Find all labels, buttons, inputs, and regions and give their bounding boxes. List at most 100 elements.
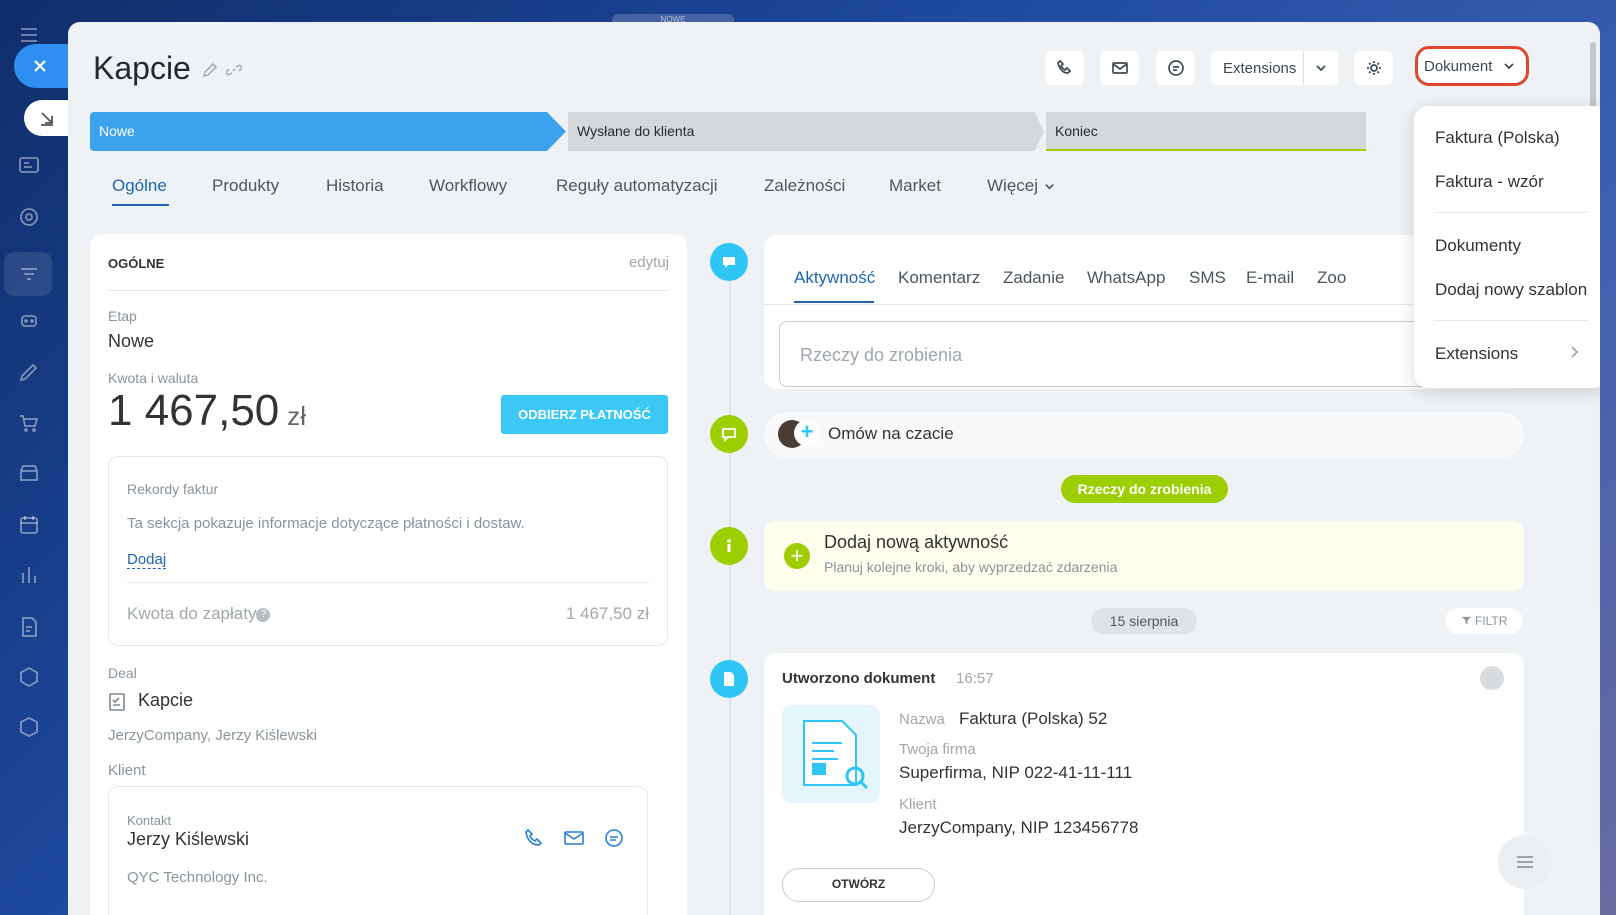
amount-due-label: Kwota do zapłaty bbox=[127, 604, 257, 623]
activity-tab-komentarz[interactable]: Komentarz bbox=[898, 268, 980, 288]
document-button[interactable]: Dokument bbox=[1415, 46, 1529, 86]
discuss-in-chat-row[interactable]: + Omów na czacie bbox=[764, 412, 1524, 458]
plus-circle-icon[interactable]: + bbox=[784, 543, 810, 569]
tab-reguly[interactable]: Reguły automatyzacji bbox=[556, 176, 718, 196]
tab-ogolne[interactable]: Ogólne bbox=[112, 176, 167, 196]
extensions-label: Extensions bbox=[1223, 59, 1297, 77]
amount-label: Kwota i waluta bbox=[108, 370, 199, 386]
menu-item-extensions[interactable]: Extensions bbox=[1435, 344, 1518, 364]
timeline-info-dot bbox=[710, 527, 748, 565]
box-icon[interactable] bbox=[14, 712, 44, 742]
menu-item-faktura-polska[interactable]: Faktura (Polska) bbox=[1435, 128, 1560, 148]
chevron-right-icon bbox=[1571, 346, 1579, 358]
stage-nowe[interactable]: Nowe bbox=[90, 112, 566, 151]
divider bbox=[764, 304, 1524, 305]
deal-company: JerzyCompany, Jerzy Kiślewski bbox=[108, 727, 317, 744]
document-edit-icon[interactable] bbox=[14, 612, 44, 642]
name-label: Nazwa bbox=[899, 711, 945, 728]
amount-value: 1 467,50 zł bbox=[108, 386, 306, 436]
chevron-down-icon[interactable] bbox=[1314, 61, 1328, 75]
deal-checklist-icon bbox=[109, 693, 125, 711]
event-time: 16:57 bbox=[956, 670, 994, 687]
deal-label: Deal bbox=[108, 665, 137, 681]
document-created-card: Utworzono dokument 16:57 Nazwa Faktura (… bbox=[764, 653, 1524, 915]
gear-icon bbox=[1366, 61, 1381, 75]
extensions-button[interactable]: Extensions bbox=[1211, 51, 1338, 85]
message-icon bbox=[723, 257, 735, 268]
email-button[interactable] bbox=[1100, 51, 1139, 85]
firm-label: Twoja firma bbox=[899, 741, 976, 758]
close-panel-button[interactable] bbox=[14, 44, 70, 88]
stage-wyslane[interactable]: Wysłane do klienta bbox=[568, 112, 1044, 151]
activity-tab-zadanie[interactable]: Zadanie bbox=[1003, 268, 1064, 288]
info-icon bbox=[727, 539, 731, 552]
cart-icon[interactable] bbox=[14, 408, 44, 438]
arrow-down-right-icon bbox=[41, 112, 53, 126]
menu-item-add-template[interactable]: Dodaj nowy szablon bbox=[1435, 280, 1587, 300]
add-invoice-link[interactable]: Dodaj bbox=[127, 551, 167, 569]
stage-koniec[interactable]: Koniec bbox=[1046, 112, 1366, 151]
link-icon[interactable] bbox=[226, 62, 242, 78]
funnel-icon[interactable] bbox=[14, 259, 44, 289]
document-thumbnail[interactable] bbox=[782, 705, 880, 803]
pencil-icon[interactable] bbox=[202, 62, 218, 78]
timeline-chat-dot-green bbox=[710, 415, 748, 453]
hexagon-icon[interactable] bbox=[14, 662, 44, 692]
section-title: OGÓLNE bbox=[108, 256, 165, 271]
document-search-icon bbox=[803, 720, 869, 790]
page-title: Kapcie bbox=[93, 50, 191, 86]
todo-input[interactable]: Rzeczy do zrobienia bbox=[779, 321, 1509, 387]
menu-divider bbox=[1434, 212, 1588, 213]
activity-tab-zoom[interactable]: Zoo bbox=[1317, 268, 1346, 288]
open-document-button[interactable]: OTWÓRZ bbox=[782, 868, 935, 902]
edit-link[interactable]: edytuj bbox=[629, 254, 669, 271]
contact-company: QYC Technology Inc. bbox=[127, 869, 268, 886]
filter-button[interactable]: FILTR bbox=[1445, 608, 1523, 634]
tab-historia[interactable]: Historia bbox=[326, 176, 384, 196]
stage-label: Etap bbox=[108, 308, 137, 324]
minimize-panel-button[interactable] bbox=[24, 100, 70, 136]
phone-icon[interactable] bbox=[523, 827, 545, 849]
tab-wiecej-label: Więcej bbox=[987, 176, 1039, 195]
timeline-document-dot bbox=[710, 660, 748, 698]
activity-tab-sms[interactable]: SMS bbox=[1189, 268, 1226, 288]
robot-icon[interactable] bbox=[14, 305, 44, 335]
chat-button[interactable] bbox=[1156, 51, 1195, 85]
tab-workflowy[interactable]: Workflowy bbox=[429, 176, 507, 196]
contacts-card-icon[interactable] bbox=[14, 150, 44, 180]
tab-zaleznosci[interactable]: Zależności bbox=[764, 176, 845, 196]
client-label: Klient bbox=[899, 796, 937, 813]
add-activity-card[interactable]: + Dodaj nową aktywność Planuj kolejne kr… bbox=[764, 521, 1524, 591]
tab-produkty[interactable]: Produkty bbox=[212, 176, 279, 196]
call-button[interactable] bbox=[1045, 51, 1084, 85]
receive-payment-button[interactable]: ODBIERZ PŁATNOŚĆ bbox=[501, 395, 668, 434]
document-label: Dokument bbox=[1424, 57, 1493, 75]
menu-item-faktura-wzor[interactable]: Faktura - wzór bbox=[1435, 172, 1544, 192]
calendar-icon[interactable] bbox=[14, 510, 44, 540]
menu-item-dokumenty[interactable]: Dokumenty bbox=[1435, 236, 1521, 256]
chart-icon[interactable] bbox=[14, 560, 44, 590]
tab-wiecej[interactable]: Więcej bbox=[987, 176, 1056, 196]
bottom-menu-button[interactable] bbox=[1498, 835, 1552, 889]
document-icon bbox=[724, 672, 734, 686]
chat-icon[interactable] bbox=[603, 827, 625, 849]
tab-market[interactable]: Market bbox=[889, 176, 941, 196]
activity-tab-email[interactable]: E-mail bbox=[1246, 268, 1294, 288]
filter-label: FILTR bbox=[1474, 614, 1508, 628]
plus-icon[interactable]: + bbox=[794, 420, 820, 446]
divider bbox=[127, 582, 649, 583]
firm-value: Superfirma, NIP 022-41-11-111 bbox=[899, 763, 1133, 782]
document-dropdown-menu: Faktura (Polska) Faktura - wzór Dokument… bbox=[1414, 106, 1600, 388]
settings-button[interactable] bbox=[1354, 51, 1393, 85]
mail-icon[interactable] bbox=[563, 827, 585, 849]
target-icon[interactable] bbox=[14, 202, 44, 232]
timeline-chat-dot bbox=[710, 243, 748, 281]
deal-name[interactable]: Kapcie bbox=[138, 690, 193, 711]
pen-icon[interactable] bbox=[14, 357, 44, 387]
activity-tab-aktywnosc[interactable]: Aktywność bbox=[794, 268, 875, 288]
store-icon[interactable] bbox=[14, 458, 44, 488]
contact-name[interactable]: Jerzy Kiślewski bbox=[127, 829, 249, 850]
activity-tab-whatsapp[interactable]: WhatsApp bbox=[1087, 268, 1165, 288]
tab-active-underline bbox=[112, 204, 169, 206]
help-icon[interactable]: ? bbox=[256, 607, 271, 622]
